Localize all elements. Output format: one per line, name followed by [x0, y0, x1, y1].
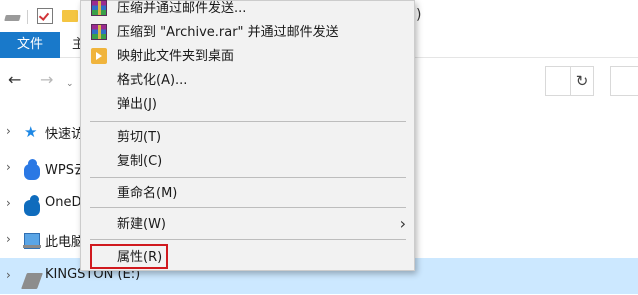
menu-item-label: 新建(W)	[117, 217, 166, 232]
menu-item-label: 格式化(A)...	[117, 73, 188, 88]
onedrive-cloud-icon	[24, 195, 40, 216]
menu-separator	[90, 177, 406, 178]
expand-chevron-icon[interactable]: ›	[6, 124, 11, 138]
expand-chevron-icon[interactable]: ›	[6, 232, 11, 246]
menu-item-compress-to-archive-and-email[interactable]: 压缩到 "Archive.rar" 并通过邮件发送	[81, 21, 414, 44]
properties-check-icon[interactable]	[37, 8, 53, 24]
menu-item-label: 压缩到 "Archive.rar" 并通过邮件发送	[117, 25, 339, 40]
tab-file[interactable]: 文件	[0, 32, 60, 58]
recent-locations-chevron-icon[interactable]: ⌄	[66, 74, 74, 94]
menu-item-rename[interactable]: 重命名(M)	[81, 182, 414, 205]
this-pc-icon	[23, 233, 41, 249]
menu-item-eject[interactable]: 弹出(J)	[81, 93, 414, 116]
menu-separator	[90, 121, 406, 122]
star-icon: ★	[24, 123, 38, 141]
context-menu: 压缩并通过邮件发送... 压缩到 "Archive.rar" 并通过邮件发送 映…	[80, 0, 415, 271]
drive-icon[interactable]	[4, 8, 21, 24]
menu-item-compress-and-email[interactable]: 压缩并通过邮件发送...	[81, 0, 414, 20]
menu-separator	[90, 239, 406, 240]
forward-arrow-icon[interactable]: →	[40, 70, 53, 90]
window-title-fragment: )	[416, 7, 422, 23]
expand-chevron-icon[interactable]: ›	[6, 268, 11, 282]
refresh-icon[interactable]: ↻	[570, 66, 594, 96]
quick-access-divider	[27, 10, 28, 24]
menu-item-label: 重命名(M)	[117, 186, 178, 201]
nav-item-label: 快速访	[45, 127, 85, 142]
usb-drive-icon	[21, 273, 43, 289]
address-dropdown[interactable]	[545, 66, 570, 96]
expand-chevron-icon[interactable]: ›	[6, 160, 11, 174]
winrar-icon	[91, 24, 107, 40]
menu-item-label: 弹出(J)	[117, 97, 157, 112]
menu-item-format[interactable]: 格式化(A)...	[81, 69, 414, 92]
menu-item-label: 映射此文件夹到桌面	[117, 49, 235, 64]
submenu-arrow-icon: ›	[399, 214, 406, 233]
menu-item-cut[interactable]: 剪切(T)	[81, 126, 414, 149]
map-folder-icon	[91, 48, 107, 64]
menu-item-new[interactable]: 新建(W) ›	[81, 213, 414, 236]
new-folder-icon[interactable]	[62, 10, 78, 22]
back-arrow-icon[interactable]: ←	[8, 70, 21, 90]
expand-chevron-icon[interactable]: ›	[6, 196, 11, 210]
nav-item-label: OneD	[45, 195, 82, 210]
menu-item-label: 压缩并通过邮件发送...	[117, 1, 247, 16]
search-input[interactable]	[610, 66, 638, 96]
winrar-icon	[91, 0, 107, 16]
menu-item-map-folder-to-desktop[interactable]: 映射此文件夹到桌面	[81, 45, 414, 68]
nav-item-label: 此电脑	[45, 235, 85, 250]
menu-item-copy[interactable]: 复制(C)	[81, 150, 414, 173]
wps-cloud-icon	[24, 159, 40, 180]
properties-highlight-box	[90, 244, 168, 269]
menu-separator	[90, 207, 406, 208]
menu-item-label: 剪切(T)	[117, 130, 162, 145]
menu-item-label: 复制(C)	[117, 154, 163, 169]
